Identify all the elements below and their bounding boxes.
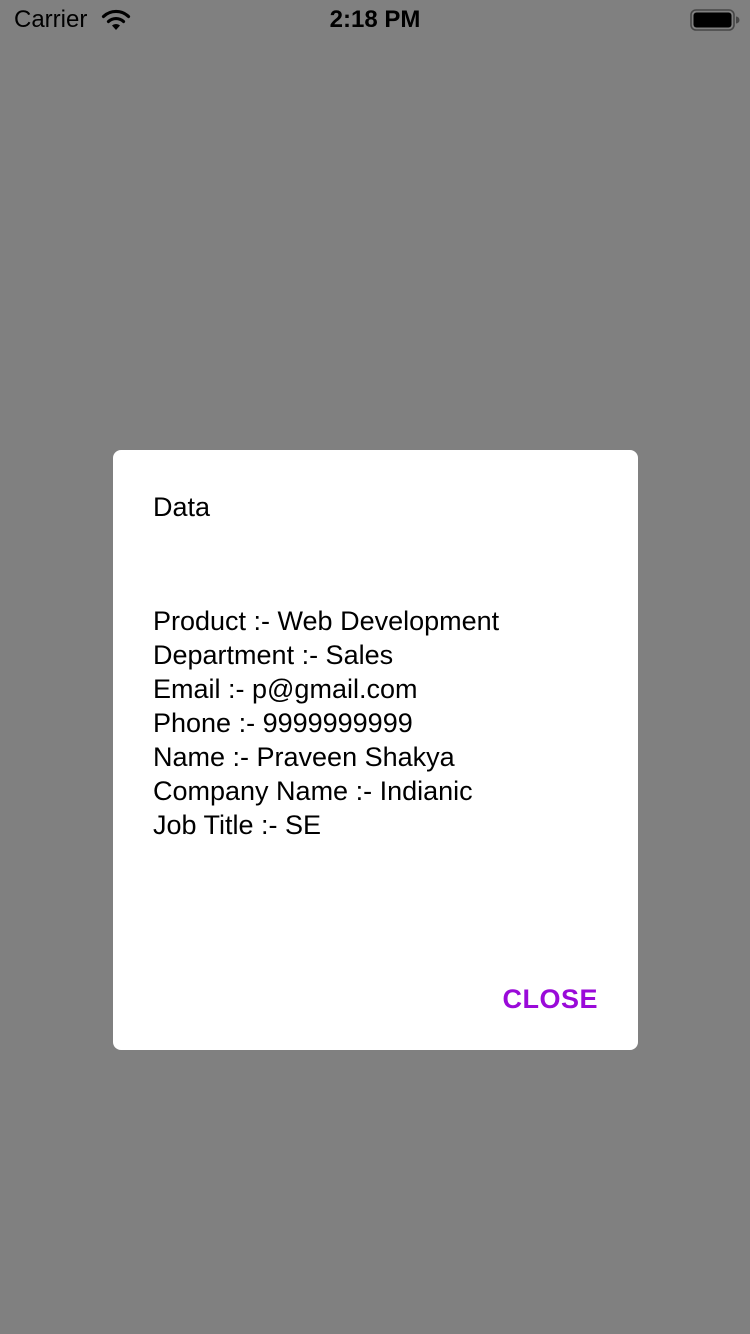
details-text: Product :- Web Development Department :-… [153, 604, 603, 842]
detail-phone: Phone :- 9999999999 [153, 708, 413, 738]
status-bar: Carrier 2:18 PM [0, 0, 750, 40]
detail-company-name: Company Name :- Indianic [153, 776, 473, 806]
detail-product: Product :- Web Development [153, 606, 500, 636]
detail-job-title: Job Title :- SE [153, 810, 322, 840]
detail-department: Department :- Sales [153, 640, 394, 670]
status-time: 2:18 PM [329, 6, 421, 33]
detail-email: Email :- p@gmail.com [153, 674, 418, 704]
detail-name: Name :- Praveen Shakya [153, 742, 455, 772]
close-button[interactable]: CLOSE [502, 982, 598, 1016]
battery-icon [690, 9, 740, 31]
dialog-title: Data [153, 492, 211, 522]
data-dialog: Data Product :- Web Development Departme… [113, 450, 638, 1050]
